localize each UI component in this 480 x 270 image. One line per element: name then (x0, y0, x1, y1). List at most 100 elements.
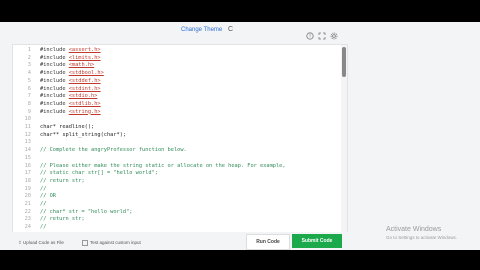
code-line[interactable]: 22 // char* str = "hello world"; (13, 209, 343, 216)
code-line[interactable]: 6 #include <stdint.h> (13, 86, 343, 93)
code-token: <assert.h> (68, 47, 101, 53)
line-code: #include <stddef.h> (40, 78, 101, 85)
code-token: // return str; (40, 216, 85, 223)
code-token: // char* str = "hello world"; (40, 208, 133, 215)
upload-icon: ⇪ (18, 240, 22, 245)
line-number: 15 (24, 154, 31, 161)
code-line[interactable]: 9 #include <string.h> (13, 109, 343, 116)
activate-windows-subtitle: Go to Settings to activate Windows. (386, 235, 458, 240)
code-token: // return str; (40, 177, 85, 184)
code-token: #include (40, 54, 69, 61)
fullscreen-icon[interactable] (318, 27, 326, 40)
code-token: #include (40, 70, 69, 77)
code-line[interactable]: 11 char* readline(); (13, 124, 343, 131)
gear-icon[interactable] (330, 27, 338, 40)
line-number: 10 (24, 116, 31, 123)
code-line[interactable]: 2 #include <limits.h> (13, 55, 343, 62)
code-token: #include (40, 108, 69, 115)
code-line[interactable]: 12 char** split_string(char*); (13, 132, 343, 139)
submit-code-button[interactable]: Submit Code (292, 234, 342, 248)
code-token: char* readline(); (40, 124, 95, 130)
line-number: 13 (24, 139, 31, 146)
line-number: 12 (24, 131, 31, 138)
code-line[interactable]: 3 #include <math.h> (13, 62, 343, 69)
code-line[interactable]: 5 #include <stddef.h> (13, 78, 343, 85)
code-line[interactable]: 14 // Complete the angryProfessor functio… (13, 147, 343, 154)
line-number: 7 (27, 93, 31, 100)
line-code: // static char str[] = "hello world"; (40, 170, 158, 177)
line-number: 21 (24, 201, 31, 207)
code-line[interactable]: 18 // return str; (13, 178, 343, 185)
upload-label: Upload Code as File (23, 240, 64, 245)
help-icon[interactable]: ? (306, 27, 314, 40)
code-line[interactable]: 16 // Please either make the string stati… (13, 163, 343, 170)
change-theme-button[interactable]: Change Theme (181, 27, 222, 33)
line-number: 8 (27, 100, 31, 107)
code-line[interactable]: 7 #include <stdio.h> (13, 93, 343, 100)
code-token: // Please either make the string static … (40, 162, 286, 169)
code-token: #include (40, 100, 69, 107)
svg-text:?: ? (309, 34, 312, 39)
code-token: #include (40, 93, 69, 100)
line-code: // OR (40, 193, 56, 200)
checkbox-box[interactable] (82, 240, 88, 246)
code-line[interactable]: 8 #include <stdlib.h> (13, 101, 343, 108)
line-number: 22 (24, 208, 31, 215)
code-line[interactable]: 10 (13, 116, 343, 123)
line-number: 19 (24, 185, 31, 192)
editor-toolbar: Change Theme C ? (0, 22, 480, 42)
editor-scrollbar[interactable] (341, 45, 347, 241)
line-number: 4 (27, 70, 31, 77)
line-code: #include <limits.h> (40, 55, 101, 62)
code-token: #include (40, 62, 69, 69)
activate-windows-title: Activate Windows (386, 226, 442, 233)
line-code: #include <assert.h> (40, 47, 101, 54)
code-token: // OR (40, 193, 56, 200)
line-code: #include <stdint.h> (40, 86, 101, 93)
line-number: 11 (24, 124, 31, 130)
run-code-button[interactable]: Run Code (246, 234, 290, 250)
line-code: // Please either make the string static … (40, 163, 286, 170)
upload-code-link[interactable]: ⇪ Upload Code as File (18, 240, 64, 246)
code-token: <string.h> (68, 108, 101, 115)
code-line[interactable]: 4 #include <stdbool.h> (13, 70, 343, 77)
editor-panel: Change Theme C ? 1 #include <assert.h> 2 #i… (0, 22, 480, 250)
code-line[interactable]: 20 // OR (13, 193, 343, 200)
custom-input-checkbox[interactable]: Test against custom input (82, 240, 141, 246)
line-code: // Complete the angryProfessor function … (40, 147, 187, 154)
line-number: 23 (24, 216, 31, 223)
line-number: 2 (27, 54, 31, 61)
line-number: 3 (27, 62, 31, 69)
code-token: // static char str[] = "hello world"; (40, 170, 158, 177)
line-code: #include <string.h> (40, 109, 101, 116)
line-code: #include <stdlib.h> (40, 101, 101, 108)
code-token: <stdlib.h> (68, 100, 101, 107)
code-line[interactable]: 24 // (13, 224, 343, 231)
line-code: char** split_string(char*); (40, 132, 126, 139)
line-code: #include <stdio.h> (40, 93, 97, 100)
code-editor[interactable]: 1 #include <assert.h> 2 #include <limits.h>… (12, 44, 348, 242)
code-line[interactable]: 15 (13, 155, 343, 162)
code-line[interactable]: 21 // (13, 201, 343, 208)
code-token: <stdint.h> (68, 85, 101, 92)
line-code: char* readline(); (40, 124, 94, 131)
language-select[interactable]: C (228, 26, 233, 33)
line-code: // (40, 201, 46, 208)
custom-input-label: Test against custom input (90, 240, 141, 246)
code-token: char** split_string(char*); (40, 131, 127, 138)
line-code: // (40, 224, 46, 231)
code-line[interactable]: 17 // static char str[] = "hello world"; (13, 170, 343, 177)
code-line[interactable]: 23 // return str; (13, 216, 343, 223)
code-line[interactable]: 19 // (13, 186, 343, 193)
code-token: <limits.h> (68, 54, 101, 61)
scrollbar-thumb[interactable] (342, 47, 346, 77)
code-token: // Complete the angryProfessor function … (40, 147, 187, 154)
code-token: <math.h> (68, 62, 95, 69)
code-line[interactable]: 1 #include <assert.h> (13, 47, 343, 54)
line-code: // return str; (40, 178, 85, 185)
code-token: <stdbool.h> (68, 70, 104, 77)
code-line[interactable]: 13 (13, 139, 343, 146)
code-token: #include (40, 85, 69, 92)
code-token: <stddef.h> (68, 77, 101, 84)
line-number: 6 (27, 85, 31, 92)
